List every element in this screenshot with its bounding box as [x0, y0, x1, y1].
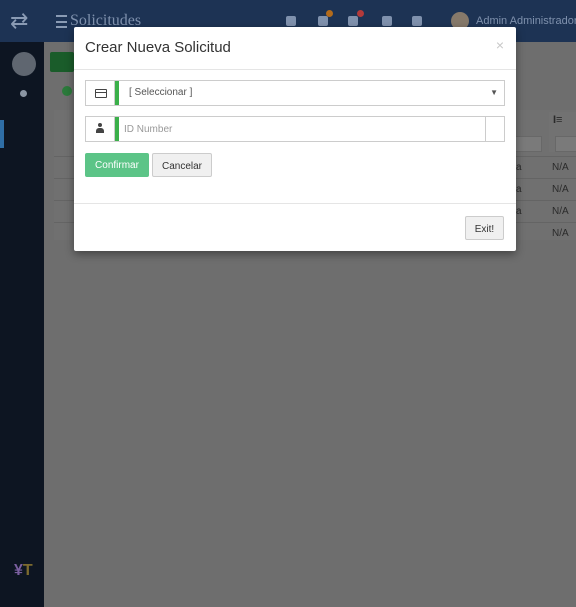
- sidebar-avatar: [12, 52, 36, 76]
- modal-header: Crear Nueva Solicitud ×: [74, 27, 516, 70]
- columns-icon[interactable]: I≡: [553, 114, 562, 126]
- status-dot-icon: [20, 90, 27, 97]
- required-indicator: [115, 117, 119, 141]
- table-filter-input[interactable]: [555, 136, 576, 152]
- select-value: [ Seleccionar ]: [129, 87, 193, 98]
- cancel-button[interactable]: Cancelar: [152, 153, 212, 177]
- table-cell: N/A: [552, 162, 569, 173]
- modal-title: Crear Nueva Solicitud: [85, 39, 231, 56]
- sidebar: ¥T: [0, 42, 44, 607]
- create-request-modal: Crear Nueva Solicitud × [ Seleccionar ] …: [74, 27, 516, 251]
- new-request-button[interactable]: [50, 52, 74, 72]
- table-cell: a: [516, 206, 522, 217]
- table-cell: a: [516, 162, 522, 173]
- table-cell: a: [516, 184, 522, 195]
- menu-icon[interactable]: [56, 15, 67, 28]
- gears-icon[interactable]: [412, 16, 422, 26]
- mail-badge: [326, 10, 333, 17]
- check-icon: [62, 86, 72, 96]
- modal-footer-divider: [74, 203, 516, 204]
- request-type-select[interactable]: [ Seleccionar ] ▼: [85, 80, 505, 106]
- table-cell: N/A: [552, 206, 569, 217]
- table-cell: N/A: [552, 228, 569, 239]
- chat-icon[interactable]: [286, 16, 296, 26]
- document-badge: [357, 10, 364, 17]
- required-indicator: [115, 81, 119, 105]
- sidebar-active-indicator: [0, 120, 4, 148]
- table-cell: N/A: [552, 184, 569, 195]
- sidebar-logo: ¥T: [14, 562, 33, 579]
- user-name[interactable]: Admin Administrador: [476, 15, 576, 27]
- id-number-input[interactable]: [120, 117, 489, 141]
- mail-icon[interactable]: [318, 16, 328, 26]
- input-addon: [86, 117, 115, 141]
- confirm-button[interactable]: Confirmar: [85, 153, 149, 177]
- close-icon[interactable]: ×: [496, 37, 504, 53]
- caret-down-icon: ▼: [490, 88, 498, 97]
- bell-icon[interactable]: [382, 16, 392, 26]
- swap-arrows-icon[interactable]: ⇄: [10, 10, 36, 32]
- document-icon[interactable]: [348, 16, 358, 26]
- user-icon: [96, 123, 104, 134]
- input-addon-right: [485, 117, 504, 141]
- credit-card-icon: [95, 89, 107, 98]
- id-number-field: [85, 116, 505, 142]
- exit-button[interactable]: Exit!: [465, 216, 504, 240]
- select-addon: [86, 81, 115, 105]
